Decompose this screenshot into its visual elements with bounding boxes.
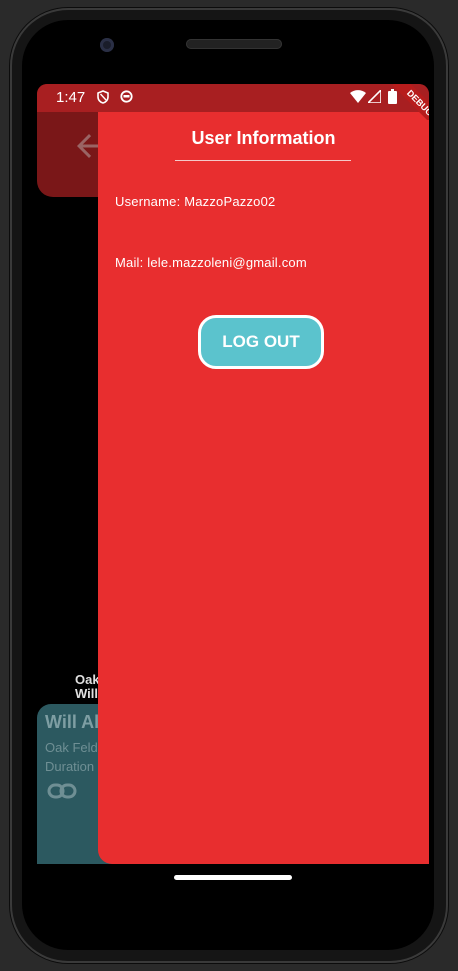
shield-icon	[97, 90, 109, 104]
front-camera	[100, 38, 114, 52]
status-time: 1:47	[56, 89, 86, 106]
earpiece-speaker	[186, 39, 282, 49]
background-card-title: Will Al	[45, 712, 100, 732]
mail-text: Mail: lele.mazzoleni@gmail.com	[115, 255, 307, 270]
logout-button[interactable]: LOG OUT	[198, 315, 324, 369]
background-text-oak: Oak	[75, 672, 100, 687]
home-indicator[interactable]	[174, 875, 292, 880]
background-card-duration: Duration	[45, 759, 95, 774]
wifi-icon	[350, 90, 366, 103]
drawer-title: User Information	[191, 128, 336, 148]
circle-icon	[120, 90, 133, 103]
link-icon	[47, 783, 77, 799]
background-card-location: Oak Feld	[45, 740, 98, 755]
signal-icon	[368, 90, 381, 103]
background-text-will: Will	[75, 686, 98, 701]
user-info-drawer: User Information Username: MazzoPazzo02 …	[98, 112, 429, 864]
title-divider	[175, 160, 351, 161]
status-bar: 1:47	[37, 84, 429, 112]
username-text: Username: MazzoPazzo02	[115, 194, 276, 209]
debug-banner-label: DEBUG	[393, 84, 429, 120]
debug-banner: DEBUG	[393, 84, 429, 120]
device-screen: Oak Will Will Al Oak Feld Duration 1:47	[37, 84, 429, 864]
